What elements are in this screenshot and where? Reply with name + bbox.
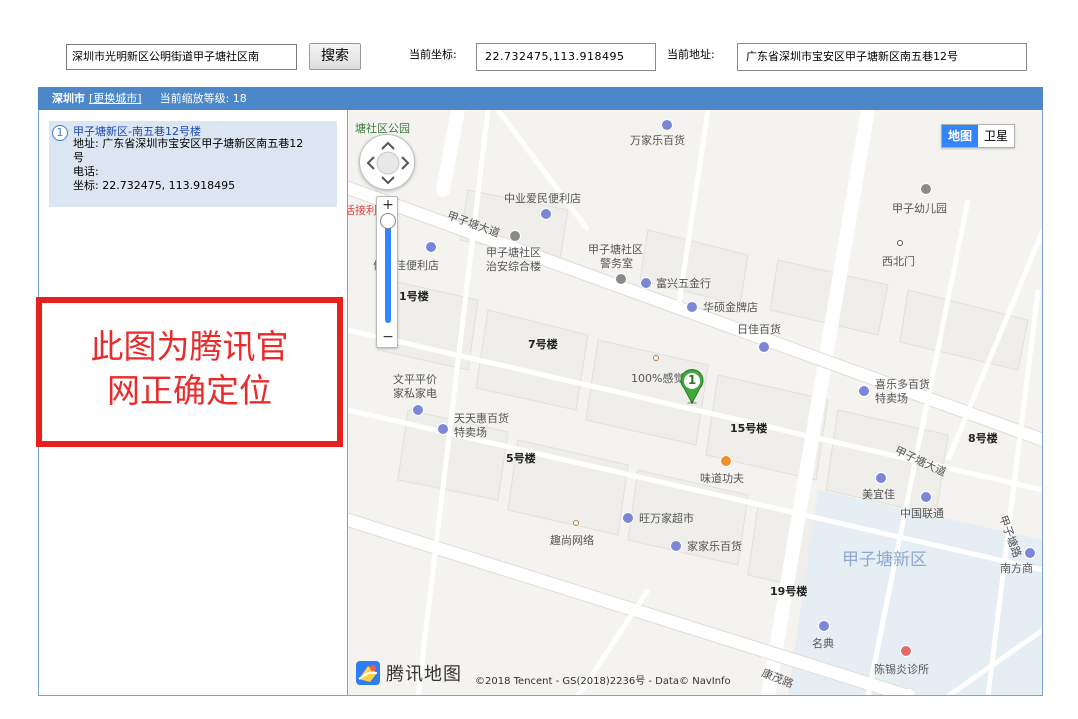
location-marker[interactable]: 1 [678, 368, 706, 405]
address-field[interactable]: 广东省深圳市宝安区甲子塘新区南五巷12号 [737, 43, 1027, 71]
map-copyright: ©2018 Tencent - GS(2018)2236号 - Data© Na… [475, 676, 731, 687]
poi-restaurant-icon[interactable] [720, 455, 732, 467]
map-label-meiyijia[interactable]: 美宜佳 [862, 488, 895, 501]
search-button[interactable]: 搜索 [309, 43, 361, 70]
map-label-bldg1: 1号楼 [399, 290, 429, 303]
map-label-bldg5: 5号楼 [506, 452, 536, 465]
poi-shop-icon[interactable] [425, 241, 437, 253]
map-label-bldg15: 15号楼 [730, 422, 768, 435]
map-label-wenping-1[interactable]: 文平平价 [393, 373, 437, 386]
zoom-slider-track[interactable] [385, 219, 391, 323]
result-address: 地址: 广东省深圳市宝安区甲子塘新区南五巷12号 [73, 137, 304, 164]
map-dot-marker [897, 240, 903, 246]
poi-school-icon[interactable] [920, 183, 932, 195]
map-label-huashuo[interactable]: 华硕金牌店 [703, 301, 758, 314]
map-label-area-xinqu: 甲子塘新区 [842, 550, 927, 570]
map-label-fuxing[interactable]: 富兴五金行 [656, 277, 711, 290]
map-label-wangwanjia[interactable]: 旺万家超市 [639, 512, 694, 525]
result-phone: 电话: [73, 165, 99, 178]
coords-label: 当前坐标: [409, 48, 457, 61]
poi-shop-icon[interactable] [875, 472, 887, 484]
map-label-rijia[interactable]: 日佳百货 [737, 323, 781, 336]
map-canvas[interactable]: 塘社区公园 活接利诊 万家乐百货 中业爱民便利店 甲子幼儿园 甲子塘大道 甲子塘… [348, 110, 1043, 696]
result-item[interactable]: 1 甲子塘新区-南五巷12号楼 地址: 广东省深圳市宝安区甲子塘新区南五巷12号… [49, 121, 337, 207]
map-label-xile-2[interactable]: 特卖场 [875, 392, 908, 405]
zoom-out-button[interactable]: − [377, 329, 399, 347]
map-type-toggle: 地图 卫星 [941, 124, 1016, 148]
annotation-line-1: 此图为腾讯官 [90, 327, 289, 366]
map-type-map-button[interactable]: 地图 [942, 125, 979, 147]
poi-office-icon[interactable] [509, 230, 521, 242]
poi-shop-icon[interactable] [670, 540, 682, 552]
map-label-xile-1[interactable]: 喜乐多百货 [875, 378, 930, 391]
tencent-maps-logo-text: 腾讯地图 [386, 664, 462, 685]
poi-shop-icon[interactable] [686, 301, 698, 313]
map-label-clinic[interactable]: 陈锡炎诊所 [874, 663, 929, 676]
tencent-maps-logo-icon [356, 661, 380, 685]
map-label-kindergarten[interactable]: 甲子幼儿园 [892, 202, 947, 215]
map-label-community-2[interactable]: 治安综合楼 [486, 260, 541, 273]
result-coords: 坐标: 22.732475, 113.918495 [73, 179, 236, 192]
annotation-box: 此图为腾讯官 网正确定位 [36, 297, 343, 447]
change-city-link[interactable]: [更换城市] [89, 92, 142, 105]
poi-shop-icon[interactable] [920, 491, 932, 503]
poi-shop-icon[interactable] [758, 341, 770, 353]
poi-shop-icon[interactable] [412, 404, 424, 416]
map-label-park: 塘社区公园 [355, 122, 410, 135]
poi-shop-icon[interactable] [437, 423, 449, 435]
map-label-jiajiale[interactable]: 家家乐百货 [687, 540, 742, 553]
city-name: 深圳市 [52, 92, 85, 105]
map-label-unicom[interactable]: 中国联通 [900, 507, 944, 520]
poi-shop-icon[interactable] [1024, 547, 1036, 559]
annotation-line-2: 网正确定位 [107, 371, 272, 410]
map-label-gan[interactable]: 100%感觉 [631, 372, 684, 385]
poi-shop-icon[interactable] [622, 512, 634, 524]
map-dot-marker [653, 355, 659, 361]
map-label-community-1[interactable]: 甲子塘社区 [486, 246, 541, 259]
map-label-xibeimen[interactable]: 西北门 [882, 255, 915, 268]
map-label-bldg19: 19号楼 [770, 585, 808, 598]
poi-shop-icon[interactable] [858, 385, 870, 397]
poi-shop-icon[interactable] [818, 620, 830, 632]
zoom-control: + − [376, 196, 398, 348]
map-label-tiantian-1[interactable]: 天天惠百货 [454, 412, 509, 425]
map-type-satellite-button[interactable]: 卫星 [978, 125, 1014, 147]
search-input[interactable]: 深圳市光明新区公明街道甲子塘社区南 [66, 44, 297, 70]
zoom-slider-handle[interactable] [380, 213, 396, 229]
address-label: 当前地址: [667, 48, 715, 61]
map-label-nanfang[interactable]: 南方商 [1000, 562, 1033, 575]
poi-hospital-icon[interactable] [900, 645, 912, 657]
map-dot-marker [573, 520, 579, 526]
map-label-tiantian-2[interactable]: 特卖场 [454, 426, 487, 439]
pan-control[interactable] [359, 134, 415, 190]
map-label-wanjia[interactable]: 万家乐百货 [630, 134, 685, 147]
result-number-badge: 1 [52, 125, 68, 141]
city-bar: 深圳市 [更换城市] 当前缩放等级: 18 [38, 87, 1043, 110]
map-label-wenping-2[interactable]: 家私家电 [393, 387, 437, 400]
map-label-mingdian[interactable]: 名典 [812, 637, 834, 650]
map-label-zhongye[interactable]: 中业爱民便利店 [504, 192, 581, 205]
zoom-level-text: 当前缩放等级: 18 [159, 92, 247, 105]
map-label-bldg8: 8号楼 [968, 432, 998, 445]
poi-shop-icon[interactable] [540, 208, 552, 220]
map-label-qushang[interactable]: 趣尚网络 [550, 534, 594, 547]
tencent-maps-logo: 腾讯地图 [356, 659, 462, 687]
map-label-police-1[interactable]: 甲子塘社区 [588, 243, 643, 256]
marker-number: 1 [687, 373, 697, 387]
map-label-police-2[interactable]: 警务室 [600, 257, 633, 270]
pan-arrows-icon [366, 141, 410, 185]
poi-shop-icon[interactable] [640, 277, 652, 289]
poi-police-icon[interactable] [615, 273, 627, 285]
map-label-bldg7: 7号楼 [528, 338, 558, 351]
coords-field[interactable]: 22.732475,113.918495 [476, 43, 656, 71]
map-label-weidao[interactable]: 味道功夫 [700, 472, 744, 485]
poi-shop-icon[interactable] [661, 119, 673, 131]
